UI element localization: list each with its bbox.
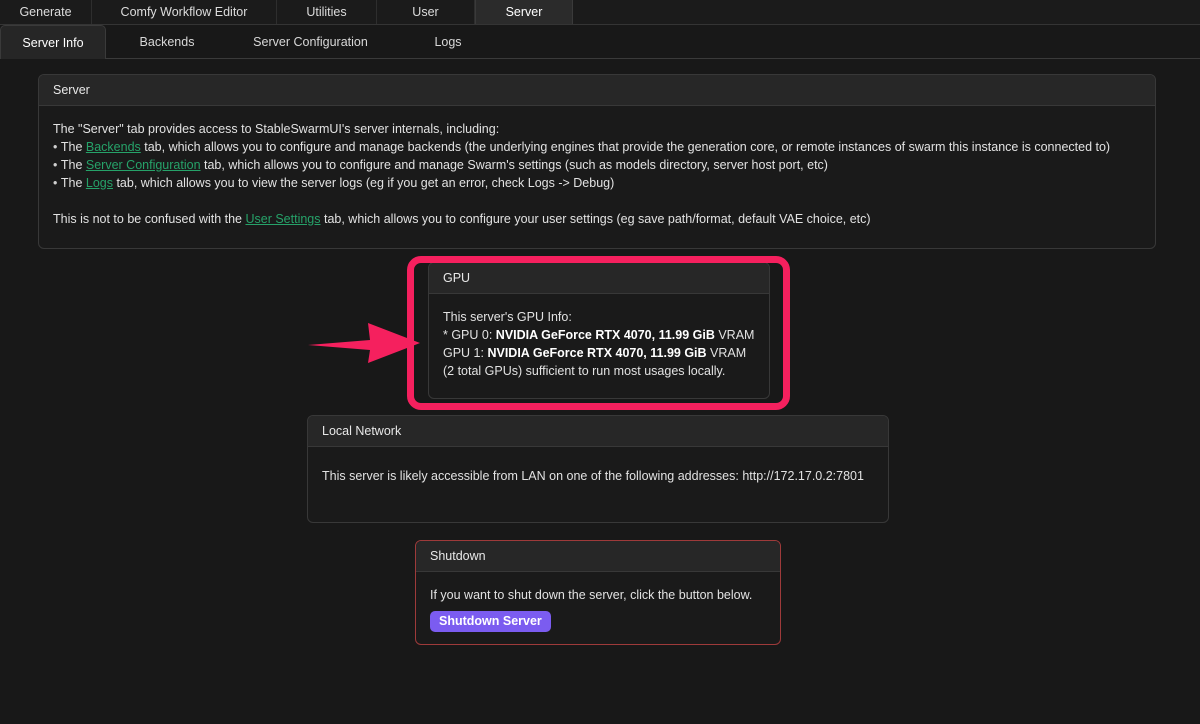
gpu-intro-text: This server's GPU Info: — [443, 310, 572, 324]
gpu-entry-0: * GPU 0: NVIDIA GeForce RTX 4070, 11.99 … — [443, 326, 755, 344]
backends-link[interactable]: Backends — [86, 140, 141, 154]
bullet-marker: • — [53, 176, 61, 190]
logs-link[interactable]: Logs — [86, 176, 113, 190]
gpu-entry-prefix: GPU 1: — [443, 346, 488, 360]
gpu-entry-suffix: VRAM — [714, 328, 755, 342]
local-network-panel: Local Network This server is likely acce… — [307, 415, 889, 523]
bullet-marker: • — [53, 158, 61, 172]
subtab-backends[interactable]: Backends — [106, 25, 228, 58]
top-navigation-bar: Generate Comfy Workflow Editor Utilities… — [0, 0, 1200, 25]
topnav-tab-label: User — [412, 5, 439, 19]
gpu-panel-title: GPU — [429, 263, 769, 294]
topnav-tab-comfy-workflow-editor[interactable]: Comfy Workflow Editor — [92, 0, 277, 24]
subtab-label: Backends — [139, 34, 195, 49]
server-bullet-backends: • The Backends tab, which allows you to … — [53, 138, 1141, 156]
footer-prefix: This is not to be confused with the — [53, 212, 246, 226]
local-network-panel-title: Local Network — [308, 416, 888, 447]
shutdown-instruction-text: If you want to shut down the server, cli… — [430, 588, 753, 602]
subtab-logs[interactable]: Logs — [393, 25, 503, 58]
topnav-tab-label: Comfy Workflow Editor — [120, 5, 248, 19]
user-settings-link[interactable]: User Settings — [245, 212, 320, 226]
server-info-panel: Server The "Server" tab provides access … — [38, 74, 1156, 249]
bullet-prefix: The — [60, 176, 86, 190]
subtab-label: Logs — [434, 34, 462, 49]
server-bullet-logs: • The Logs tab, which allows you to view… — [53, 174, 1141, 192]
shutdown-panel: Shutdown If you want to shut down the se… — [415, 540, 781, 645]
gpu-entry-suffix: VRAM — [706, 346, 747, 360]
gpu-entry-1: GPU 1: NVIDIA GeForce RTX 4070, 11.99 Gi… — [443, 344, 755, 362]
gpu-summary-text: (2 total GPUs) sufficient to run most us… — [443, 364, 726, 378]
pointer-arrow-annotation — [308, 323, 420, 363]
server-configuration-link[interactable]: Server Configuration — [86, 158, 201, 172]
local-network-text: This server is likely accessible from LA… — [322, 469, 864, 483]
topnav-tab-server[interactable]: Server — [475, 0, 573, 24]
gpu-entry-prefix: * GPU 0: — [443, 328, 496, 342]
server-panel-body: The "Server" tab provides access to Stab… — [39, 106, 1155, 240]
gpu-entry-name: NVIDIA GeForce RTX 4070, 11.99 GiB — [495, 328, 715, 342]
topnav-tab-generate[interactable]: Generate — [0, 0, 92, 24]
sub-navigation-bar: Server Info Backends Server Configuratio… — [0, 25, 1200, 59]
bullet-marker: • — [53, 140, 61, 154]
topnav-tab-label: Server — [505, 5, 543, 19]
shutdown-server-button[interactable]: Shutdown Server — [430, 611, 551, 632]
topnav-tab-user[interactable]: User — [377, 0, 475, 24]
subtab-server-configuration[interactable]: Server Configuration — [228, 25, 393, 58]
server-footer-text: This is not to be confused with the User… — [53, 210, 1141, 228]
bullet-suffix: tab, which allows you to view the server… — [112, 176, 615, 190]
bullet-suffix: tab, which allows you to configure and m… — [200, 158, 828, 172]
topnav-tab-utilities[interactable]: Utilities — [277, 0, 377, 24]
topnav-empty-space — [573, 0, 1200, 24]
server-bullet-server-configuration: • The Server Configuration tab, which al… — [53, 156, 1141, 174]
subtab-server-info[interactable]: Server Info — [0, 25, 106, 59]
topnav-tab-label: Utilities — [306, 5, 347, 19]
bullet-prefix: The — [60, 158, 86, 172]
shutdown-panel-title: Shutdown — [416, 541, 780, 572]
shutdown-panel-body: If you want to shut down the server, cli… — [416, 572, 780, 644]
gpu-entry-name: NVIDIA GeForce RTX 4070, 11.99 GiB — [487, 346, 707, 360]
footer-suffix: tab, which allows you to configure your … — [320, 212, 871, 226]
subtab-label: Server Configuration — [253, 34, 368, 49]
server-intro-text: The "Server" tab provides access to Stab… — [53, 122, 500, 136]
gpu-panel-body: This server's GPU Info: * GPU 0: NVIDIA … — [429, 294, 769, 392]
bullet-suffix: tab, which allows you to configure and m… — [140, 140, 1111, 154]
bullet-prefix: The — [60, 140, 86, 154]
server-panel-title: Server — [39, 75, 1155, 106]
gpu-panel: GPU This server's GPU Info: * GPU 0: NVI… — [428, 262, 770, 399]
subtab-label: Server Info — [22, 35, 84, 50]
topnav-tab-label: Generate — [19, 5, 72, 19]
